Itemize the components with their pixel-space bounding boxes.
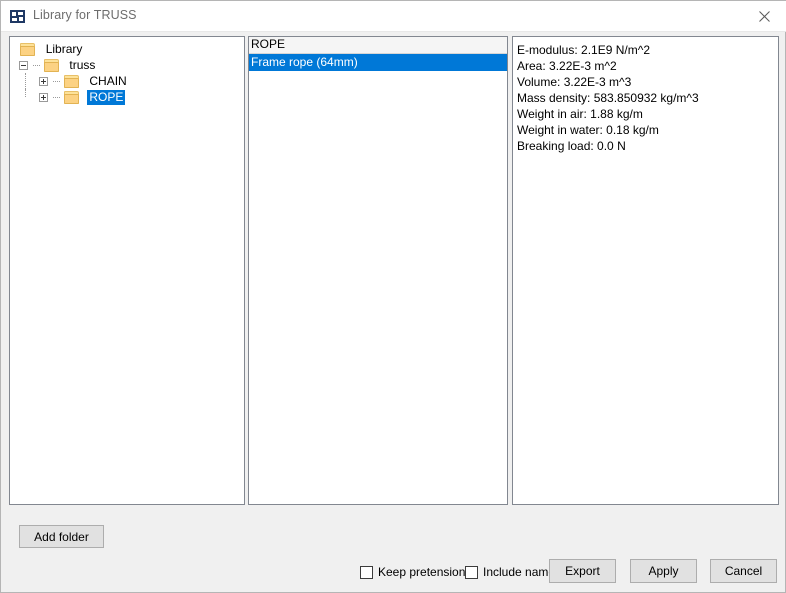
- folder-icon: [44, 59, 60, 73]
- folder-icon: [64, 75, 80, 89]
- export-button[interactable]: Export: [549, 559, 616, 583]
- tree-connector: [52, 96, 60, 99]
- keep-pretension-label: Keep pretension: [378, 565, 466, 579]
- library-tree-panel[interactable]: Library truss CHAIN ROPE: [9, 36, 245, 505]
- expand-expander-icon[interactable]: [39, 93, 49, 103]
- tree-node-rope[interactable]: ROPE: [10, 89, 244, 106]
- folder-icon: [20, 43, 36, 57]
- library-dialog: Library for TRUSS Library truss CHAIN RO…: [0, 0, 786, 593]
- property-weight-in-air: Weight in air: 1.88 kg/m: [517, 107, 643, 121]
- property-area: Area: 3.22E-3 m^2: [517, 59, 617, 73]
- apply-button[interactable]: Apply: [630, 559, 697, 583]
- window-title: Library for TRUSS: [33, 8, 137, 22]
- tree-connector: [52, 80, 60, 83]
- tree-node-chain[interactable]: CHAIN: [10, 73, 244, 89]
- tree-node-library[interactable]: Library: [10, 41, 244, 57]
- library-tree: Library truss CHAIN ROPE: [10, 37, 244, 106]
- property-mass-density: Mass density: 583.850932 kg/m^3: [517, 91, 699, 105]
- list-item[interactable]: Frame rope (64mm): [249, 54, 507, 71]
- keep-pretension-checkbox[interactable]: Keep pretension: [360, 564, 465, 580]
- add-folder-button[interactable]: Add folder: [19, 525, 104, 548]
- properties-panel: E-modulus: 2.1E9 N/m^2 Area: 3.22E-3 m^2…: [512, 36, 779, 505]
- properties-list: E-modulus: 2.1E9 N/m^2 Area: 3.22E-3 m^2…: [513, 37, 778, 154]
- collapse-expander-icon[interactable]: [19, 61, 29, 71]
- cancel-button[interactable]: Cancel: [710, 559, 777, 583]
- include-name-checkbox[interactable]: Include name: [465, 564, 555, 580]
- item-list-panel[interactable]: ROPE Frame rope (64mm): [248, 36, 508, 505]
- list-header: ROPE: [249, 37, 507, 54]
- tree-node-label: CHAIN: [89, 74, 127, 89]
- close-button[interactable]: [741, 1, 786, 31]
- property-e-modulus: E-modulus: 2.1E9 N/m^2: [517, 43, 651, 57]
- title-bar: Library for TRUSS: [1, 1, 786, 32]
- property-weight-in-water: Weight in water: 0.18 kg/m: [517, 123, 659, 137]
- tree-node-label: ROPE: [87, 90, 126, 106]
- checkbox-box[interactable]: [360, 565, 373, 579]
- folder-icon: [64, 91, 80, 105]
- checkbox-box[interactable]: [465, 565, 478, 579]
- tree-node-label: truss: [69, 58, 96, 73]
- include-name-label: Include name: [483, 565, 556, 579]
- property-volume: Volume: 3.22E-3 m^3: [517, 75, 632, 89]
- tree-connector: [32, 64, 40, 67]
- expand-expander-icon[interactable]: [39, 77, 49, 87]
- property-breaking-load: Breaking load: 0.0 N: [517, 139, 626, 153]
- application-icon: [10, 9, 26, 24]
- tree-node-label: Library: [45, 42, 83, 57]
- tree-node-truss[interactable]: truss: [10, 57, 244, 73]
